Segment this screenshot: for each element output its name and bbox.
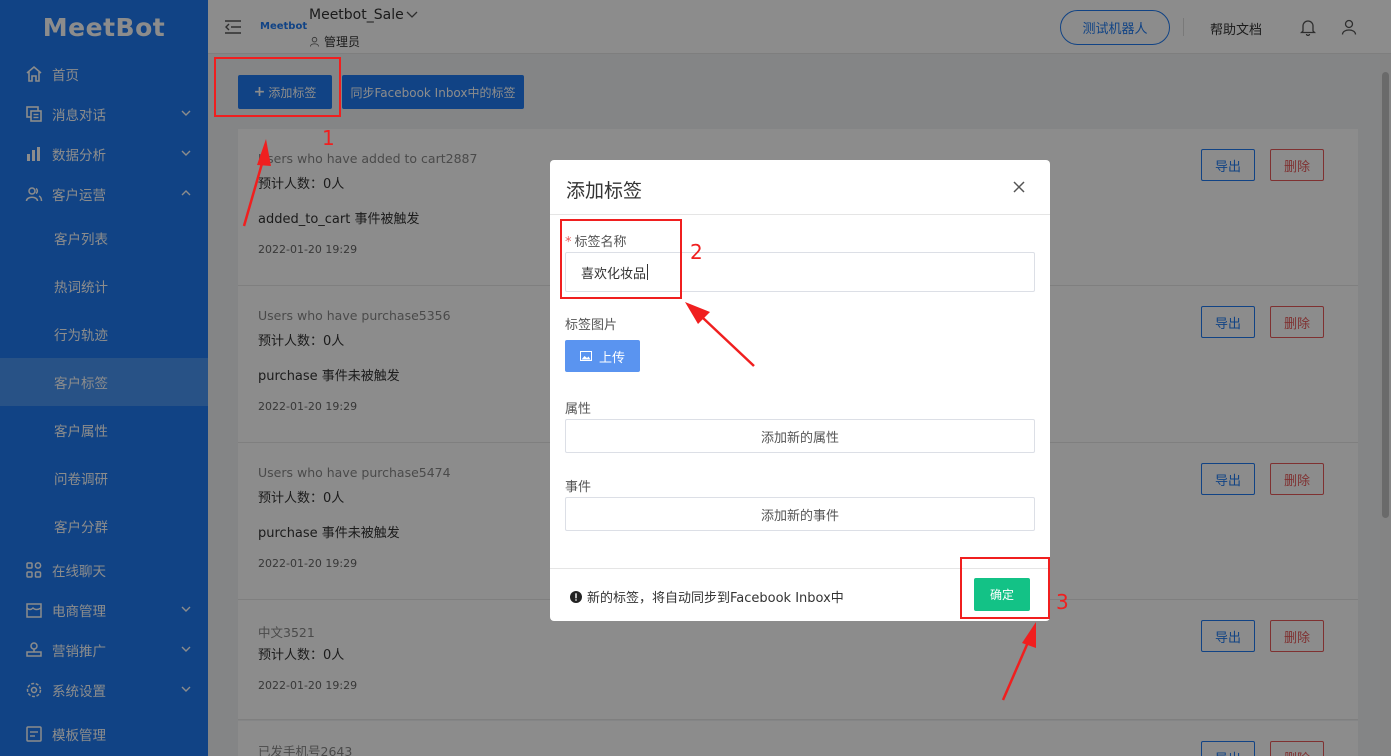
add-attribute-button[interactable]: 添加新的属性 — [565, 419, 1035, 453]
dialog-divider — [550, 214, 1050, 215]
info-icon — [570, 590, 582, 603]
event-label: 事件 — [565, 480, 592, 495]
close-icon[interactable] — [1012, 180, 1026, 194]
sync-notice: 新的标签，将自动同步到Facebook Inbox中 — [570, 587, 844, 606]
annotation-box-3 — [960, 557, 1050, 619]
attribute-label: 属性 — [565, 402, 592, 417]
upload-label: 上传 — [598, 350, 625, 366]
add-event-button[interactable]: 添加新的事件 — [565, 497, 1035, 531]
annotation-number-1: 1 — [322, 126, 335, 150]
annotation-box-1 — [214, 57, 341, 117]
upload-button[interactable]: 上传 — [565, 340, 640, 372]
tag-image-label: 标签图片 — [565, 318, 618, 333]
image-icon — [579, 351, 592, 361]
annotation-box-2 — [560, 219, 682, 299]
dialog-title: 添加标签 — [566, 180, 643, 202]
sync-notice-text: 新的标签，将自动同步到Facebook Inbox中 — [587, 591, 844, 606]
annotation-number-3: 3 — [1056, 590, 1069, 614]
annotation-number-2: 2 — [690, 240, 703, 264]
